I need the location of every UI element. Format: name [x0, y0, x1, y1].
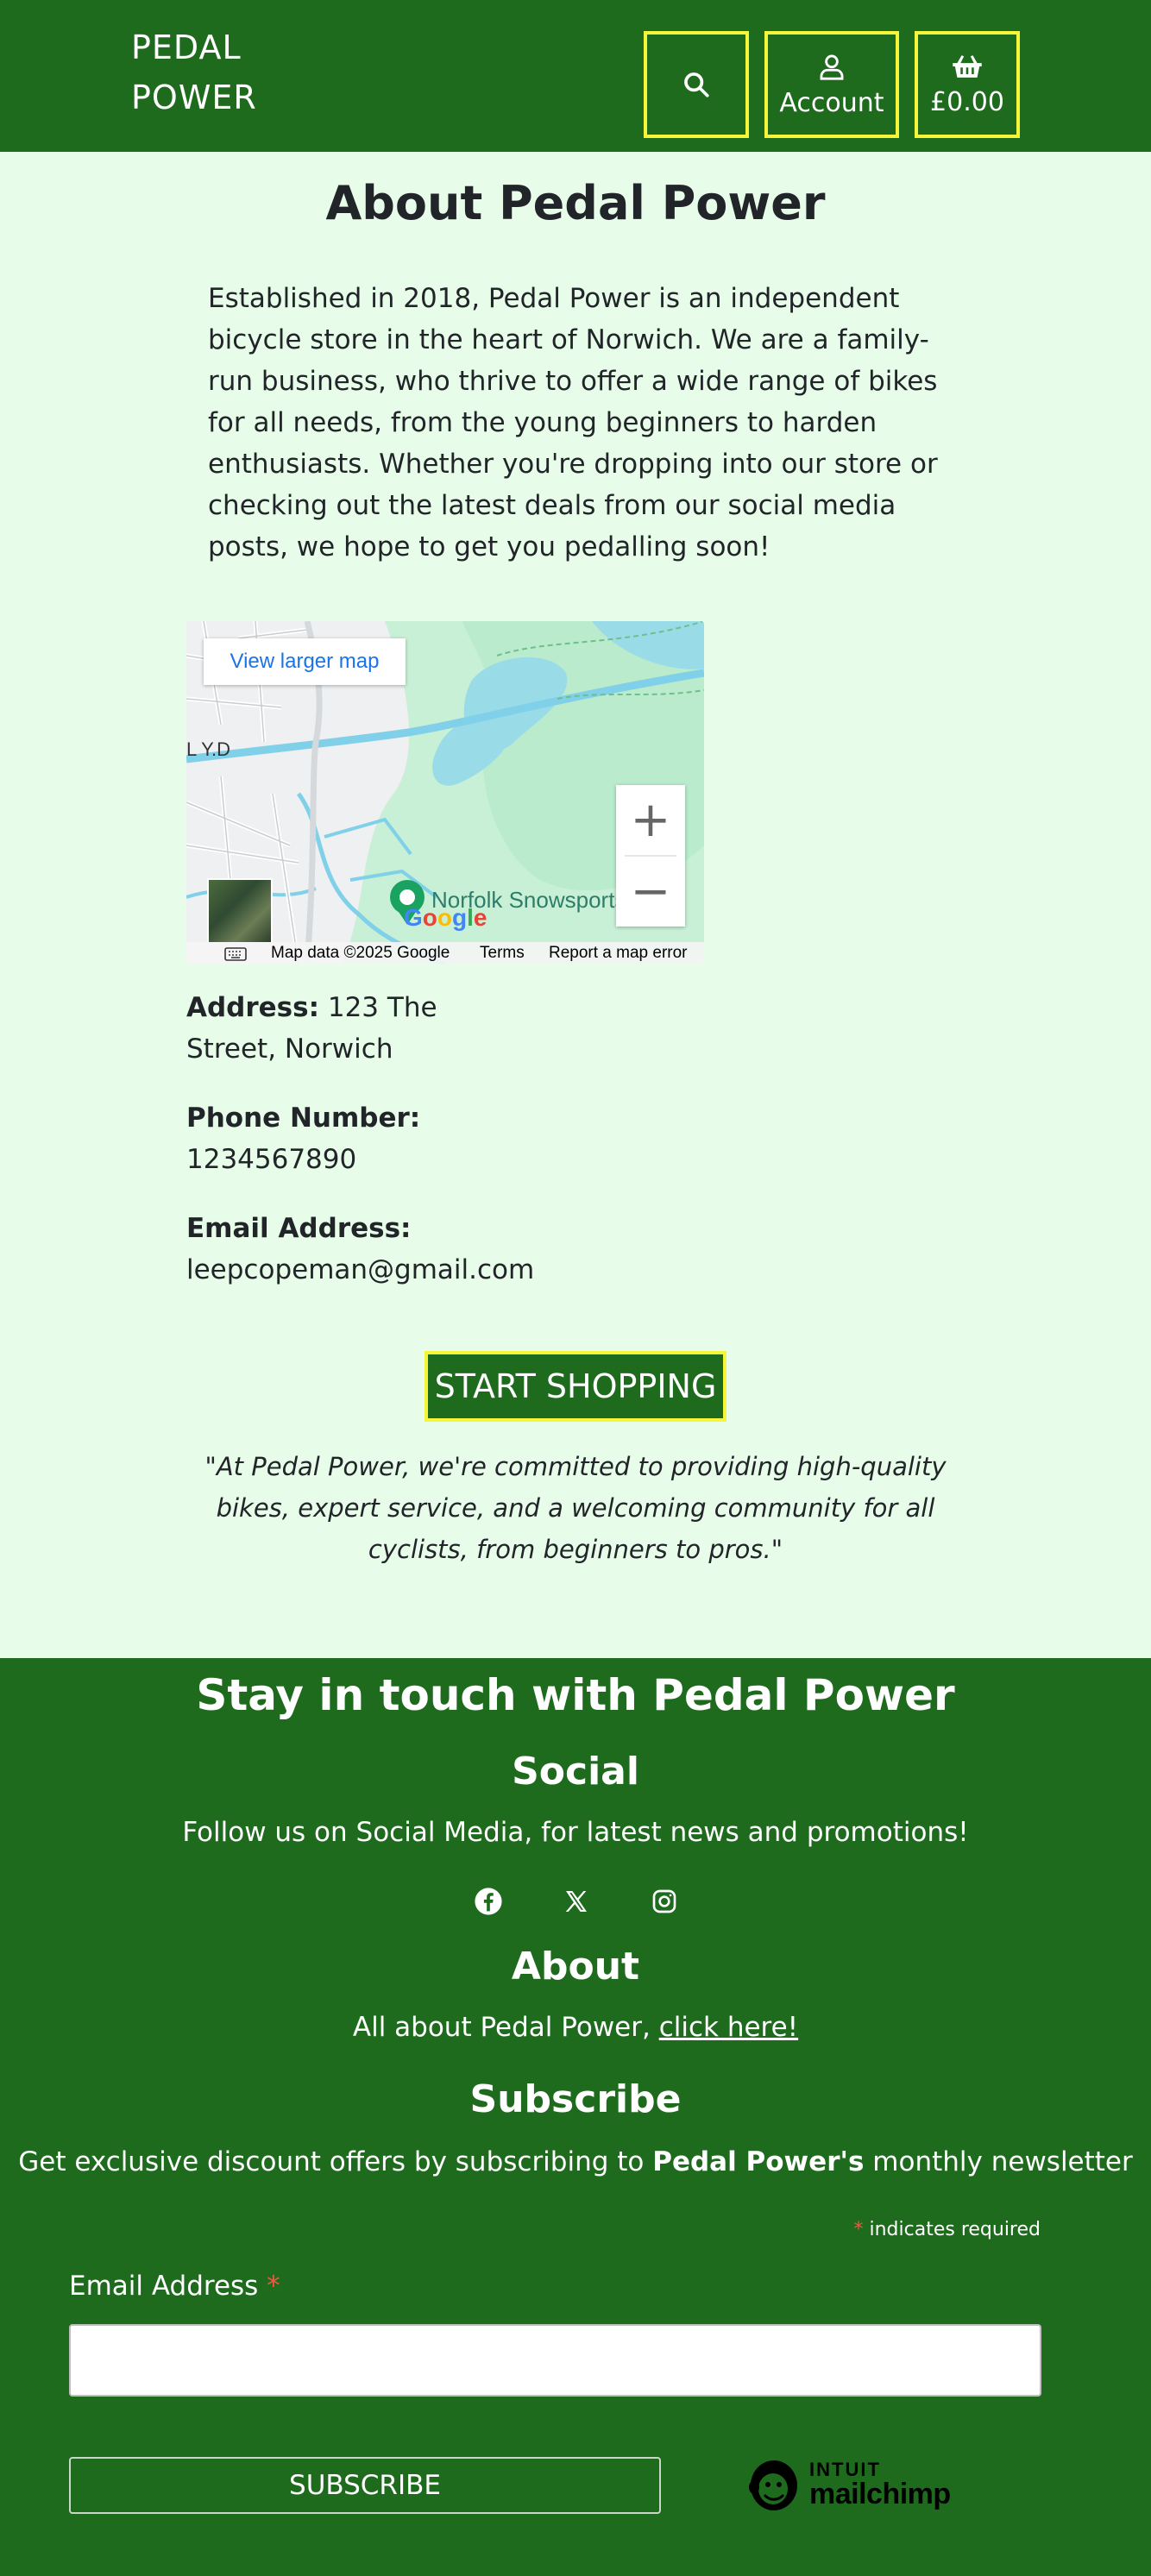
mailchimp-wordmark: INTUIT mailchimp [809, 2459, 951, 2510]
intro-paragraph: Established in 2018, Pedal Power is an i… [208, 283, 938, 562]
basket-total: £0.00 [930, 86, 1004, 117]
facebook-icon[interactable] [471, 1884, 506, 1919]
google-logo: Google [404, 904, 487, 931]
required-star: * [853, 2219, 864, 2240]
brand-logo[interactable]: PEDAL POWER [131, 22, 338, 123]
phone-label: Phone Number: [186, 1103, 421, 1134]
email-value[interactable]: leepcopeman@gmail.com [186, 1254, 534, 1285]
mailchimp-intuit: INTUIT [809, 2459, 881, 2480]
subscribe-text-pre: Get exclusive discount offers by subscri… [18, 2146, 653, 2177]
address-line-2: Street, Norwich [186, 1034, 393, 1065]
mission-quote: "At Pedal Power, we're committed to prov… [204, 1452, 947, 1564]
map-zoom-controls: + − [616, 785, 685, 927]
mailchimp-name: mailchimp [809, 2478, 951, 2510]
instagram-icon[interactable] [647, 1884, 682, 1919]
page-title: About Pedal Power [325, 176, 826, 230]
mailchimp-badge[interactable]: INTUIT mailchimp [747, 2452, 963, 2517]
map-attribution-bar: Map data ©2025 Google Terms Report a map… [186, 942, 704, 964]
subscribe-text-post: monthly newsletter [864, 2146, 1133, 2177]
newsletter-email-input[interactable] [69, 2324, 1041, 2397]
search-icon [684, 72, 709, 97]
map-data-text: Map data ©2025 Google [271, 944, 450, 962]
map-terms-link[interactable]: Terms [480, 944, 525, 963]
start-shopping-button[interactable]: START SHOPPING [425, 1351, 726, 1422]
brand-line-2: POWER [131, 79, 257, 116]
report-map-error-link[interactable]: Report a map error [549, 944, 688, 963]
email-field-label-text: Email Address [69, 2271, 267, 2302]
about-text-lead: All about Pedal Power, [352, 2012, 659, 2043]
phone-value: 1234567890 [186, 1144, 357, 1175]
brand-line-1: PEDAL [131, 28, 242, 66]
keyboard-icon[interactable] [224, 947, 247, 964]
required-note-text: indicates required [863, 2219, 1041, 2240]
subscribe-text-brand: Pedal Power's [652, 2146, 865, 2177]
map-area-label: L Y.D [186, 738, 230, 760]
account-label: Account [779, 87, 884, 118]
about-heading: About [511, 1945, 640, 1989]
subscribe-heading: Subscribe [469, 2077, 682, 2121]
view-larger-map-link[interactable]: View larger map [204, 638, 406, 685]
site-header: PEDAL POWER Account £0.00 [0, 0, 1151, 152]
account-button[interactable]: Account [764, 31, 899, 138]
email-field-label: Email Address * [69, 2271, 280, 2302]
main-content: About Pedal Power Established in 2018, P… [0, 152, 1151, 1658]
satellite-toggle[interactable] [207, 878, 273, 944]
search-button[interactable] [644, 31, 749, 138]
required-note: * indicates required [777, 2219, 1041, 2240]
basket-icon [953, 54, 982, 78]
basket-button[interactable]: £0.00 [915, 31, 1020, 138]
zoom-out-button[interactable]: − [616, 857, 685, 927]
about-link[interactable]: click here! [659, 2012, 798, 2043]
subscribe-text: Get exclusive discount offers by subscri… [0, 2146, 1151, 2177]
subscribe-button[interactable]: SUBSCRIBE [69, 2457, 661, 2514]
x-icon[interactable] [559, 1884, 594, 1919]
footer-heading: Stay in touch with Pedal Power [196, 1670, 955, 1720]
user-icon [820, 54, 844, 80]
social-text: Follow us on Social Media, for latest ne… [182, 1817, 969, 1848]
phone-block: Phone Number: 1234567890 [186, 1097, 531, 1180]
social-heading: Social [512, 1750, 639, 1794]
store-map[interactable]: View larger map L Y.D Norfolk Snowsports… [186, 621, 704, 964]
address-line-1: 123 The [327, 992, 437, 1023]
mailchimp-icon [749, 2460, 797, 2510]
zoom-in-button[interactable]: + [616, 785, 685, 855]
address-label: Address: [186, 992, 319, 1023]
email-required-star: * [267, 2271, 280, 2302]
site-footer: Stay in touch with Pedal Power Social Fo… [0, 1658, 1151, 2576]
address-block: Address: 123 The Street, Norwich [186, 987, 531, 1070]
about-text: All about Pedal Power, click here! [0, 2012, 1151, 2043]
email-label: Email Address: [186, 1213, 412, 1244]
email-block: Email Address: leepcopeman@gmail.com [186, 1208, 704, 1291]
social-links [0, 1884, 1151, 1919]
